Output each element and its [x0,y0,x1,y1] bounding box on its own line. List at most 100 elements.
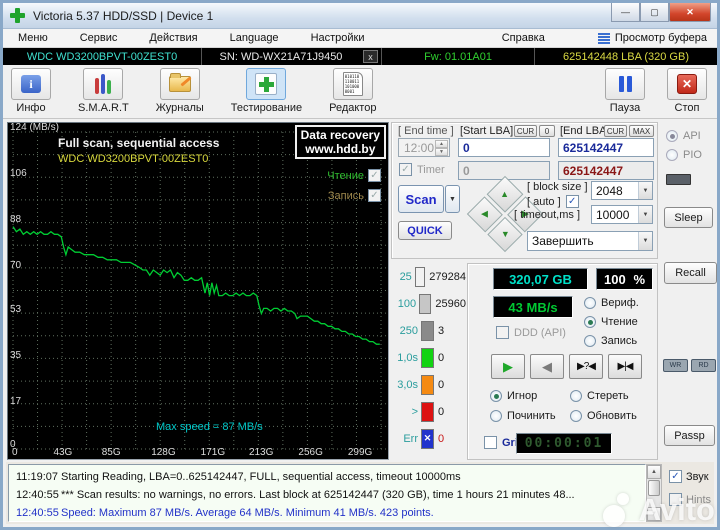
ignore-radio[interactable] [490,390,502,402]
recall-button[interactable]: Recall [664,262,717,284]
menu-settings[interactable]: Настройки [306,32,370,44]
end-max-button[interactable]: MAX [629,125,654,137]
play-forward-button[interactable]: ▶ [491,354,525,379]
hints-label: Hints [686,493,712,506]
passp-button[interactable]: Passp [664,425,715,446]
counter-row: 100 25960 [391,290,466,317]
scroll-up-icon[interactable]: ▲ [647,465,661,479]
percent-value: 100 [604,271,626,287]
quick-button[interactable]: QUICK [398,221,452,240]
erase-radio[interactable] [570,390,582,402]
auto-checkbox[interactable]: ✓ [565,195,579,208]
timeout-select[interactable]: 10000 ▼ [591,205,653,224]
end-time-spinner[interactable]: 12:00 ▲ ▼ [398,138,450,157]
folder-icon [168,73,191,92]
minimize-button[interactable]: — [611,3,640,22]
maximize-button[interactable]: ▢ [640,3,669,22]
pad-up-icon[interactable]: ▲ [501,189,510,199]
counter-color-block [414,266,426,287]
pad-left-icon[interactable]: ◀ [481,208,488,219]
pause-icon [618,76,632,92]
start-lba-input[interactable]: 0 [458,138,550,157]
refresh-radio[interactable] [570,410,582,422]
write-radio[interactable] [584,335,596,347]
ddd-checkbox[interactable] [496,326,509,339]
step-back-button[interactable]: ◀ [530,354,564,379]
dropdown-arrow-icon[interactable]: ▼ [638,206,652,223]
editor-label: Редактор [329,102,377,114]
stop-button[interactable]: ✕ Стоп [667,68,707,114]
pad-down-icon[interactable]: ▼ [501,229,510,239]
api-option[interactable]: API [666,130,701,142]
start-zero-button[interactable]: 0 [539,125,555,137]
counter-color-block [421,374,434,395]
refresh-option[interactable]: Обновить [570,410,637,422]
end-lba-input[interactable]: 625142447 [558,138,654,157]
hints-toggle[interactable]: Hints [669,493,712,506]
timeout-label: [ timeout,ms ] [514,209,581,221]
verify-radio[interactable] [584,297,596,309]
read-overlay-toggle[interactable]: Чтение ✓ [327,169,381,182]
read-radio[interactable] [584,316,596,328]
hints-checkbox[interactable] [669,493,682,506]
verify-mode-option[interactable]: Вериф. [584,297,639,309]
grid-checkbox[interactable] [484,436,497,449]
info-button[interactable]: i Инфо [11,68,51,114]
log-box: 11:19:07 Starting Reading, LBA=0..625142… [8,464,646,522]
start-cur-button[interactable]: CUR [514,125,537,137]
read-checkbox[interactable]: ✓ [368,169,381,182]
scan-dropdown-icon[interactable]: ▼ [445,185,460,213]
editor-button[interactable]: 010110 110011 101000 0001 Редактор [329,68,376,114]
remap-option[interactable]: Починить [490,410,556,422]
elapsed-time-display: 00:00:01 [516,433,612,454]
timer-toggle[interactable]: ✓ Timer [399,163,445,176]
smart-button[interactable]: S.M.A.R.T [78,68,129,114]
dropdown-arrow-icon[interactable]: ▼ [638,182,652,199]
block-size-select[interactable]: 2048 ▼ [591,181,653,200]
menu-main[interactable]: Меню [13,32,53,44]
pio-option[interactable]: PIO [666,149,702,161]
timer-checkbox[interactable]: ✓ [399,163,412,176]
scan-button[interactable]: Scan [398,185,444,213]
menu-actions[interactable]: Действия [144,32,202,44]
seek-defect-button[interactable]: ▶?◀ [569,354,603,379]
sleep-button[interactable]: Sleep [664,207,713,228]
write-mode-option[interactable]: Запись [584,335,637,347]
rd-button[interactable]: RD [691,359,716,372]
auto-toggle[interactable]: [ auto ] ✓ [527,195,579,208]
menu-help[interactable]: Справка [497,32,550,44]
read-mode-option[interactable]: Чтение [584,316,638,328]
end-cur-button[interactable]: CUR [604,125,627,137]
testing-button[interactable]: Тестирование [231,68,302,114]
interface-panel: API PIO Sleep Recall WR RD Passp [661,122,718,460]
sound-checkbox[interactable]: ✓ [669,470,682,483]
ddd-toggle[interactable]: DDD (API) [496,326,566,339]
scroll-thumb[interactable] [648,480,660,496]
pio-radio[interactable] [666,149,678,161]
ignore-option[interactable]: Игнор [490,390,537,402]
wr-button[interactable]: WR [663,359,688,372]
erase-label: Стереть [587,390,629,402]
ignore-label: Игнор [507,390,538,402]
write-checkbox[interactable]: ✓ [368,189,381,202]
finish-action-select[interactable]: Завершить ▼ [527,231,653,251]
pause-button[interactable]: Пауза [605,68,645,114]
seek-end-button[interactable]: ▶|◀ [608,354,642,379]
sound-toggle[interactable]: ✓ Звук [669,470,712,483]
spinner-arrows-icon[interactable]: ▲ ▼ [435,140,448,156]
erase-option[interactable]: Стереть [570,390,629,402]
buffer-view-button[interactable]: Просмотр буфера [597,32,707,44]
scroll-down-icon[interactable]: ▼ [647,507,661,521]
remap-radio[interactable] [490,410,502,422]
log-scrollbar[interactable]: ▲ ▼ [646,464,662,522]
serial-hide-button[interactable]: x [363,50,378,63]
menu-language[interactable]: Language [225,32,284,44]
write-overlay-toggle[interactable]: Запись ✓ [328,189,381,202]
journals-button[interactable]: Журналы [156,68,204,114]
api-radio[interactable] [666,130,678,142]
dropdown-arrow-icon[interactable]: ▼ [638,232,652,250]
log-timestamp: 12:40:55 [16,489,59,501]
close-button[interactable]: ✕ [669,3,711,22]
menu-service[interactable]: Сервис [75,32,123,44]
refresh-label: Обновить [587,410,637,422]
